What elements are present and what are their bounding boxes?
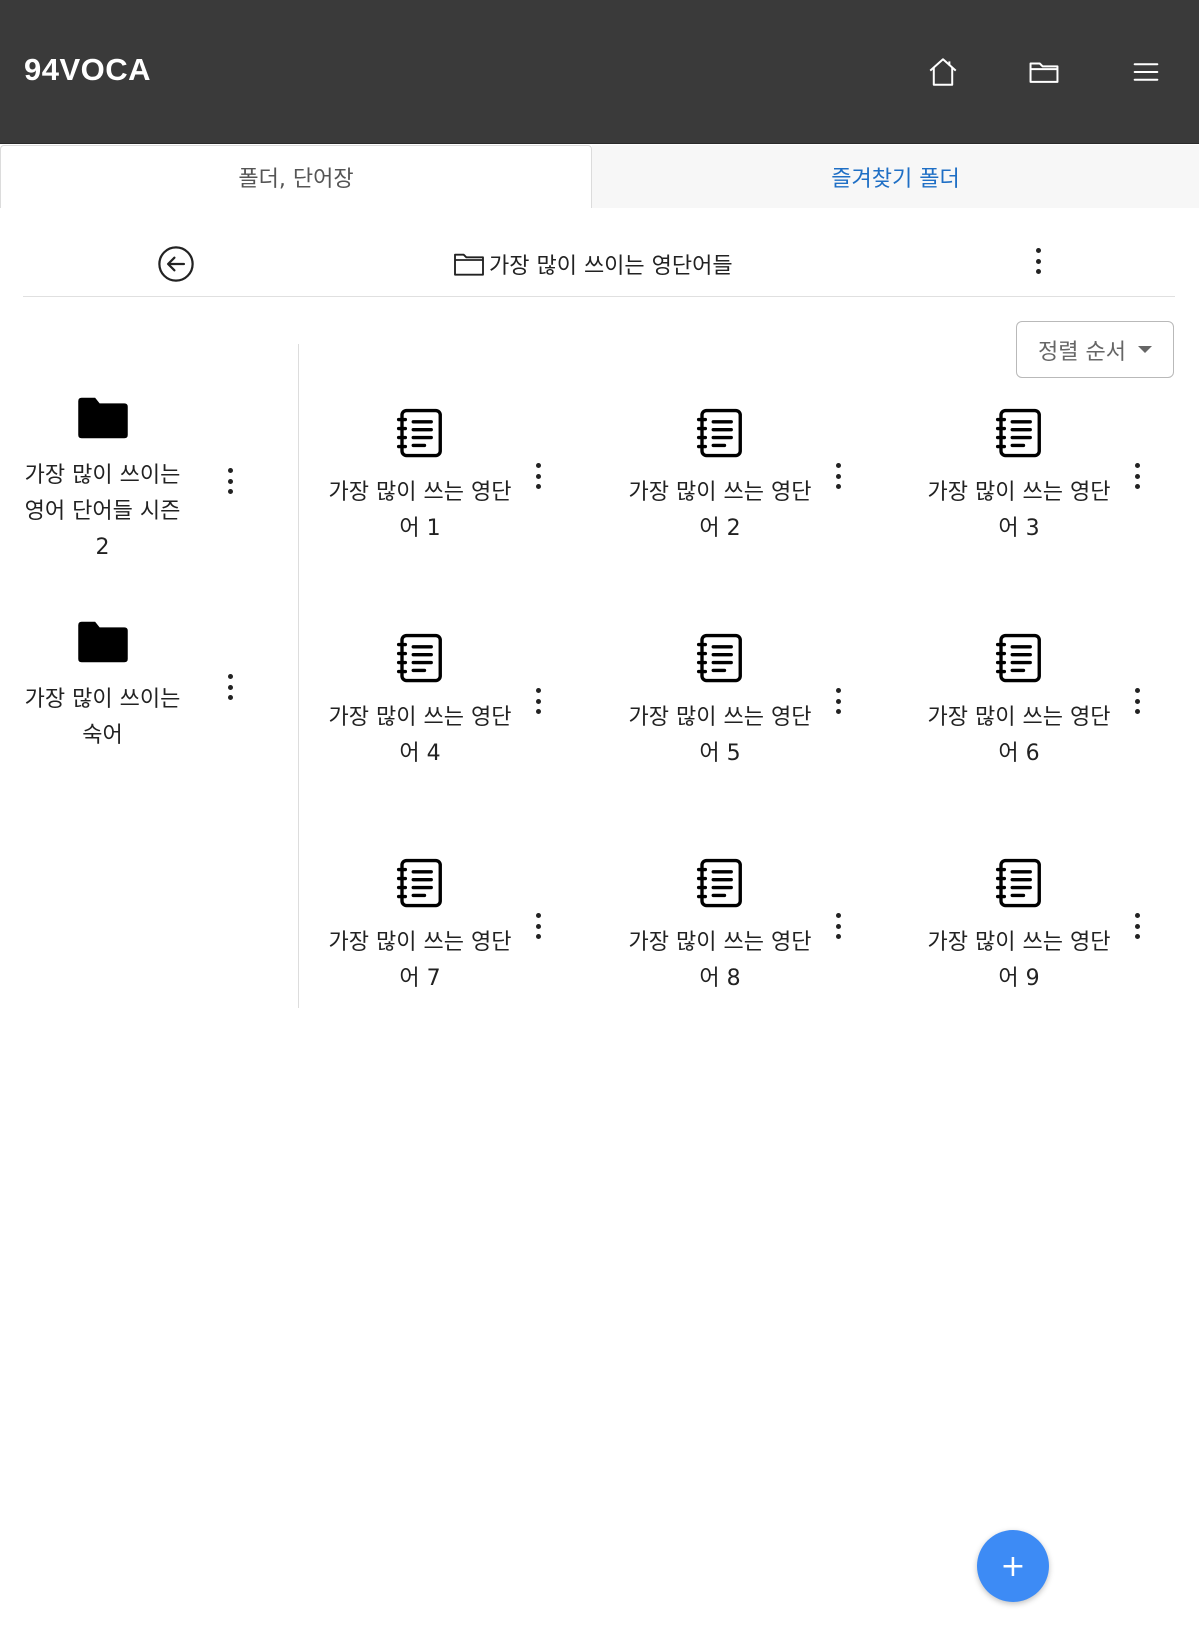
current-folder-title: 가장 많이 쓰이는 영단어들 [489, 254, 733, 279]
wordbook-item[interactable]: 가장 많이 쓰는 영단어 5 [625, 630, 855, 810]
wordbook-label: 가장 많이 쓰는 영단어 5 [628, 705, 812, 766]
folder-filled-icon [78, 621, 128, 663]
back-button[interactable] [157, 245, 195, 283]
wordbook-more-button[interactable] [828, 684, 848, 718]
wordbook-item[interactable]: 가장 많이 쓰는 영단어 2 [625, 405, 855, 585]
folder-outline-icon [454, 253, 484, 276]
tab-favorite-folders[interactable]: 즐겨찾기 폴더 [592, 145, 1199, 208]
wordbook-item[interactable]: 가장 많이 쓰는 영단어 6 [924, 630, 1154, 810]
page: 94VOCA 폴더, 단어장 즐겨찾기 폴더 가장 많이 쓰이는 영단어들 정렬… [0, 0, 1199, 1643]
wordbook-more-button[interactable] [1127, 684, 1147, 718]
wordbook-item[interactable]: 가장 많이 쓰는 영단어 1 [325, 405, 555, 585]
wordbook-item[interactable]: 가장 많이 쓰는 영단어 8 [625, 855, 855, 1035]
wordbook-more-button[interactable] [528, 909, 548, 943]
wordbook-label: 가장 많이 쓰는 영단어 2 [628, 480, 812, 541]
breadcrumb: 가장 많이 쓰이는 영단어들 [453, 246, 733, 282]
wordbook-more-button[interactable] [828, 459, 848, 493]
notebook-icon [396, 633, 442, 683]
wordbook-more-button[interactable] [1127, 909, 1147, 943]
folder-icon[interactable] [1024, 52, 1064, 92]
wordbook-label: 가장 많이 쓰는 영단어 3 [927, 480, 1111, 541]
wordbook-more-button[interactable] [1127, 459, 1147, 493]
wordbook-label: 가장 많이 쓰는 영단어 9 [927, 930, 1111, 991]
notebook-icon [696, 408, 742, 458]
folder-more-button[interactable] [220, 670, 240, 704]
menu-icon[interactable] [1126, 52, 1166, 92]
plus-icon: + [1000, 1548, 1026, 1584]
folder-more-options-button[interactable] [1028, 244, 1048, 278]
wordbook-item[interactable]: 가장 많이 쓰는 영단어 3 [924, 405, 1154, 585]
wordbook-more-button[interactable] [528, 459, 548, 493]
wordbook-label: 가장 많이 쓰는 영단어 7 [328, 930, 512, 991]
folder-header: 가장 많이 쓰이는 영단어들 [23, 230, 1175, 297]
wordbook-more-button[interactable] [528, 684, 548, 718]
tab-bar: 폴더, 단어장 즐겨찾기 폴더 [0, 145, 1199, 208]
arrow-left-circle-icon [158, 246, 194, 282]
folder-label: 가장 많이 쓰이는 숙어 [24, 687, 181, 748]
notebook-icon [696, 633, 742, 683]
wordbook-item[interactable]: 가장 많이 쓰는 영단어 7 [325, 855, 555, 1035]
notebook-icon [995, 408, 1041, 458]
notebook-icon [696, 858, 742, 908]
wordbook-item[interactable]: 가장 많이 쓰는 영단어 4 [325, 630, 555, 810]
sort-order-dropdown[interactable]: 정렬 순서 [1016, 321, 1174, 378]
wordbook-label: 가장 많이 쓰는 영단어 8 [628, 930, 812, 991]
folder-label: 가장 많이 쓰이는 영어 단어들 시즌2 [24, 463, 181, 560]
notebook-icon [396, 408, 442, 458]
sidebar-divider [298, 344, 299, 1008]
tab-folders-wordbooks[interactable]: 폴더, 단어장 [0, 145, 592, 208]
home-icon[interactable] [923, 52, 963, 92]
notebook-icon [995, 858, 1041, 908]
app-title[interactable]: 94VOCA [24, 52, 151, 88]
wordbook-item[interactable]: 가장 많이 쓰는 영단어 9 [924, 855, 1154, 1035]
wordbook-label: 가장 많이 쓰는 영단어 6 [927, 705, 1111, 766]
sort-order-label: 정렬 순서 [1038, 339, 1126, 365]
notebook-icon [396, 858, 442, 908]
top-app-bar: 94VOCA [0, 0, 1199, 144]
wordbook-label: 가장 많이 쓰는 영단어 4 [328, 705, 512, 766]
folder-filled-icon [78, 397, 128, 439]
notebook-icon [995, 633, 1041, 683]
caret-down-icon [1137, 346, 1152, 353]
wordbook-label: 가장 많이 쓰는 영단어 1 [328, 480, 512, 541]
wordbook-more-button[interactable] [828, 909, 848, 943]
add-button[interactable]: + [977, 1530, 1049, 1602]
folder-more-button[interactable] [220, 464, 240, 498]
